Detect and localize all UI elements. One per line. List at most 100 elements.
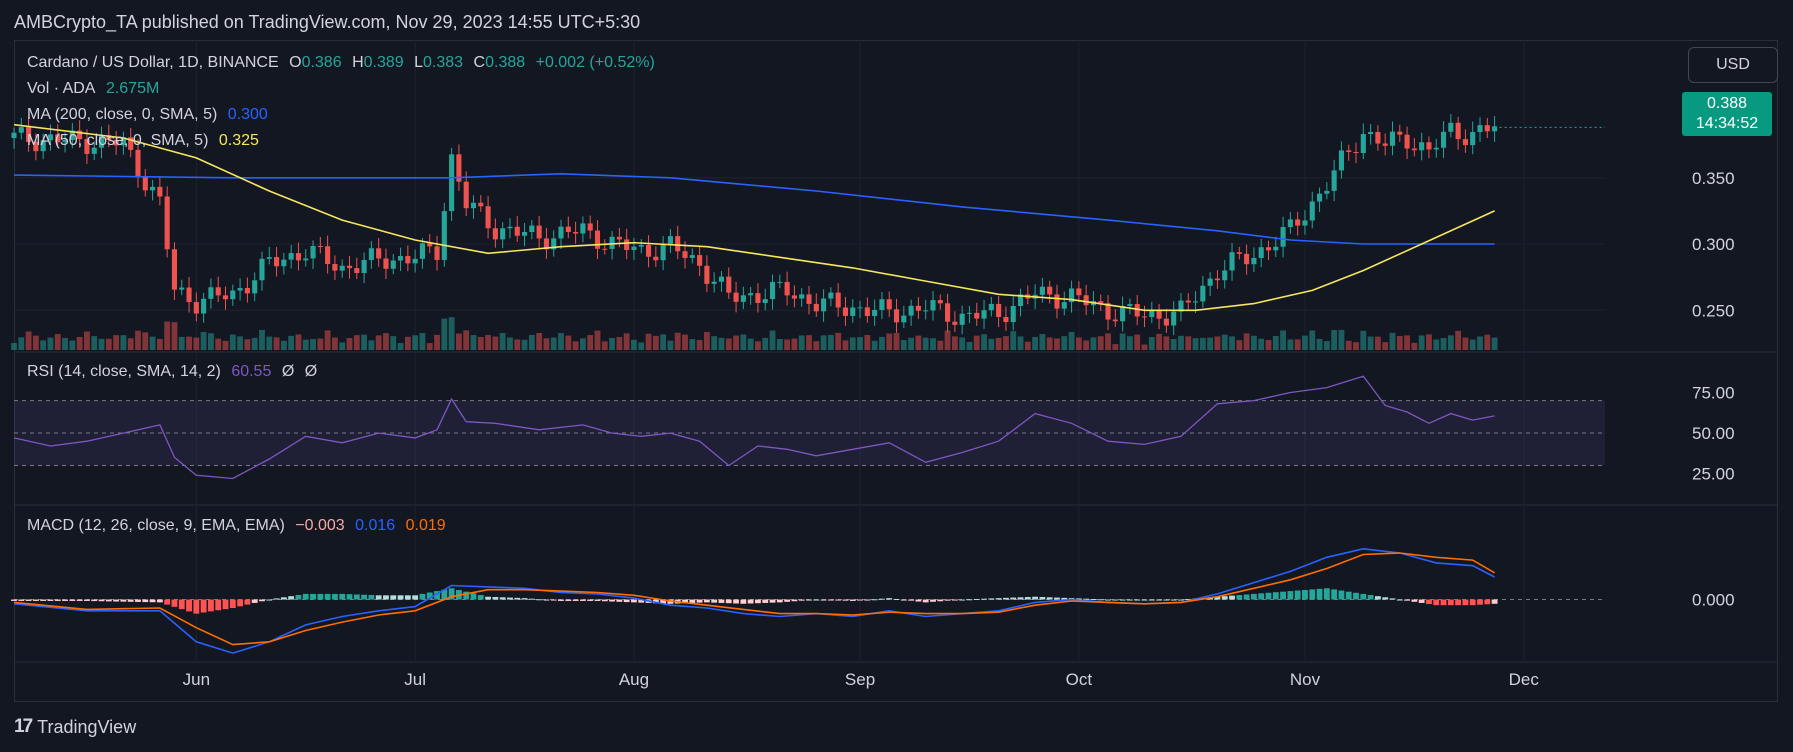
macd-histogram-bar xyxy=(550,599,557,601)
volume-bar xyxy=(368,340,375,350)
macd-histogram-bar xyxy=(84,599,90,601)
tradingview-logo-icon: 17 xyxy=(14,716,33,737)
candle-body xyxy=(1273,246,1279,251)
macd-histogram-bar xyxy=(120,599,127,602)
volume-bar xyxy=(426,343,433,350)
macd-histogram-bar xyxy=(813,599,820,601)
volume-bar xyxy=(1404,335,1410,350)
volume-bar xyxy=(346,338,353,350)
macd-histogram-bar xyxy=(558,599,564,601)
close-label: C xyxy=(473,54,486,71)
volume-bar xyxy=(295,334,302,350)
candle-body xyxy=(923,310,929,312)
volume-bar xyxy=(477,336,484,350)
volume-bar xyxy=(791,338,798,350)
volume-bar xyxy=(988,338,995,350)
macd-histogram-bar xyxy=(470,593,477,600)
volume-bar xyxy=(616,336,623,350)
volume-bar xyxy=(594,330,601,350)
volume-bar xyxy=(1236,340,1243,350)
volume-bar xyxy=(1469,339,1476,350)
candle-body xyxy=(645,244,652,257)
macd-histogram-bar xyxy=(1054,597,1060,600)
volume-bar xyxy=(1367,336,1374,350)
volume-bar xyxy=(915,335,922,350)
volume-bar xyxy=(1338,329,1345,350)
candle-body xyxy=(383,258,389,269)
macd-histogram-bar xyxy=(543,599,550,601)
macd-histogram-bar xyxy=(1382,597,1389,600)
macd-histogram-bar xyxy=(507,597,513,600)
ma50-line xyxy=(13,123,1495,312)
volume-bar xyxy=(1258,338,1265,350)
macd-histogram-bar xyxy=(908,599,915,601)
volume-bar xyxy=(215,338,222,350)
candle-body xyxy=(521,232,528,236)
candle-body xyxy=(1229,252,1235,271)
candle-body xyxy=(1244,253,1250,265)
candle-body xyxy=(150,186,156,191)
candle-body xyxy=(915,305,921,311)
volume-bar xyxy=(1447,335,1454,350)
symbol-label: Cardano / US Dollar, 1D, BINANCE xyxy=(27,54,279,71)
macd-histogram-bar xyxy=(514,597,521,600)
macd-histogram-bar xyxy=(324,593,331,600)
volume-bar xyxy=(857,337,863,350)
volume-bar xyxy=(696,339,703,350)
candle-body xyxy=(901,315,907,323)
open-value: 0.386 xyxy=(301,54,342,71)
ma50-value: 0.325 xyxy=(218,132,259,149)
macd-histogram-bar xyxy=(521,598,528,600)
candle-body xyxy=(1462,139,1468,146)
volume-bar xyxy=(178,336,185,350)
volume-bar xyxy=(521,339,528,350)
volume-bar xyxy=(1119,333,1126,350)
volume-bar xyxy=(91,336,98,350)
volume-bar xyxy=(1287,339,1294,350)
macd-histogram-bar xyxy=(178,599,185,610)
macd-histogram-bar xyxy=(857,599,863,601)
macd-histogram-bar xyxy=(1141,599,1148,601)
macd-histogram-bar xyxy=(1309,589,1316,600)
candle-body xyxy=(813,303,819,312)
price-tick-label: 0.300 xyxy=(1692,235,1735,254)
volume-bar xyxy=(1426,334,1432,350)
macd-histogram-bar xyxy=(579,599,586,601)
volume-bar xyxy=(1360,330,1367,350)
macd-histogram-bar xyxy=(1003,597,1009,600)
candle-body xyxy=(682,251,688,258)
macd-histogram-bar xyxy=(1389,598,1396,600)
volume-bar xyxy=(1083,340,1090,350)
high-value: 0.389 xyxy=(363,54,404,71)
volume-bar xyxy=(558,333,564,350)
brand-text: TradingView xyxy=(37,716,137,737)
volume-bar xyxy=(813,341,820,350)
candle-body xyxy=(1083,295,1089,306)
macd-histogram-bar xyxy=(273,598,280,600)
volume-bar xyxy=(361,334,368,350)
macd-histogram-bar xyxy=(1010,597,1017,600)
macd-histogram-bar xyxy=(142,599,149,603)
volume-bar xyxy=(1389,332,1396,350)
macd-histogram-bar xyxy=(113,599,120,602)
macd-histogram-bar xyxy=(1119,599,1126,601)
volume-bar xyxy=(164,321,171,350)
volume-bar xyxy=(769,330,776,350)
candle-body xyxy=(1200,285,1206,302)
volume-bar xyxy=(937,340,944,350)
currency-button[interactable]: USD xyxy=(1688,47,1778,83)
candle-body xyxy=(529,225,535,233)
macd-histogram-bar xyxy=(951,599,958,601)
ma200-value: 0.300 xyxy=(227,106,268,123)
volume-bar xyxy=(69,340,76,350)
candle-body xyxy=(893,309,900,323)
footer-brand[interactable]: 17 TradingView xyxy=(14,716,136,738)
macd-histogram-bar xyxy=(995,598,1002,600)
candle-body xyxy=(1214,278,1220,281)
candle-body xyxy=(1404,134,1410,149)
macd-histogram-bar xyxy=(368,595,375,600)
candle-body xyxy=(667,236,673,244)
volume-bar xyxy=(849,337,856,350)
volume-bar xyxy=(1061,336,1068,350)
volume-bar xyxy=(922,337,929,350)
